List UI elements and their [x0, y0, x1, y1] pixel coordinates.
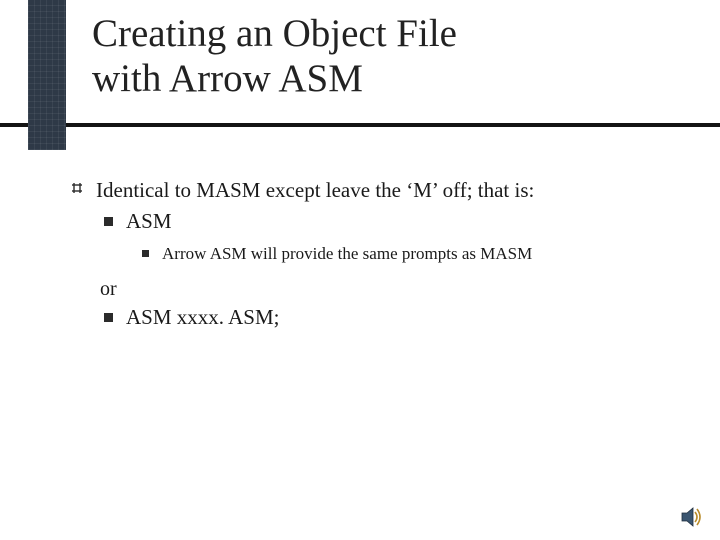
or-text: or — [100, 278, 117, 300]
sound-icon[interactable] — [680, 506, 704, 528]
slide-title: Creating an Object File with Arrow ASM — [92, 12, 680, 102]
title-line-2: with Arrow ASM — [92, 57, 363, 100]
slide-body: Identical to MASM except leave the ‘M’ o… — [70, 178, 680, 340]
l3a-text: Arrow ASM will provide the same prompts … — [162, 244, 532, 263]
or-separator: or — [70, 278, 680, 301]
bullet-level-2: ASM — [70, 209, 680, 234]
horizontal-rule — [0, 123, 720, 127]
title-line-1: Creating an Object File — [92, 12, 457, 55]
l2a-text: ASM — [126, 209, 172, 233]
bullet-level-3: Arrow ASM will provide the same prompts … — [70, 244, 680, 264]
l2b-text: ASM xxxx. ASM; — [126, 305, 279, 329]
l1-text: Identical to MASM except leave the ‘M’ o… — [96, 178, 534, 202]
crosshair-bullet-icon — [70, 181, 84, 195]
slide: Creating an Object File with Arrow ASM I… — [0, 0, 720, 540]
title-block: Creating an Object File with Arrow ASM — [92, 12, 680, 102]
decorative-strip — [28, 0, 66, 150]
bullet-level-1: Identical to MASM except leave the ‘M’ o… — [70, 178, 680, 203]
bullet-level-2: ASM xxxx. ASM; — [70, 305, 680, 330]
